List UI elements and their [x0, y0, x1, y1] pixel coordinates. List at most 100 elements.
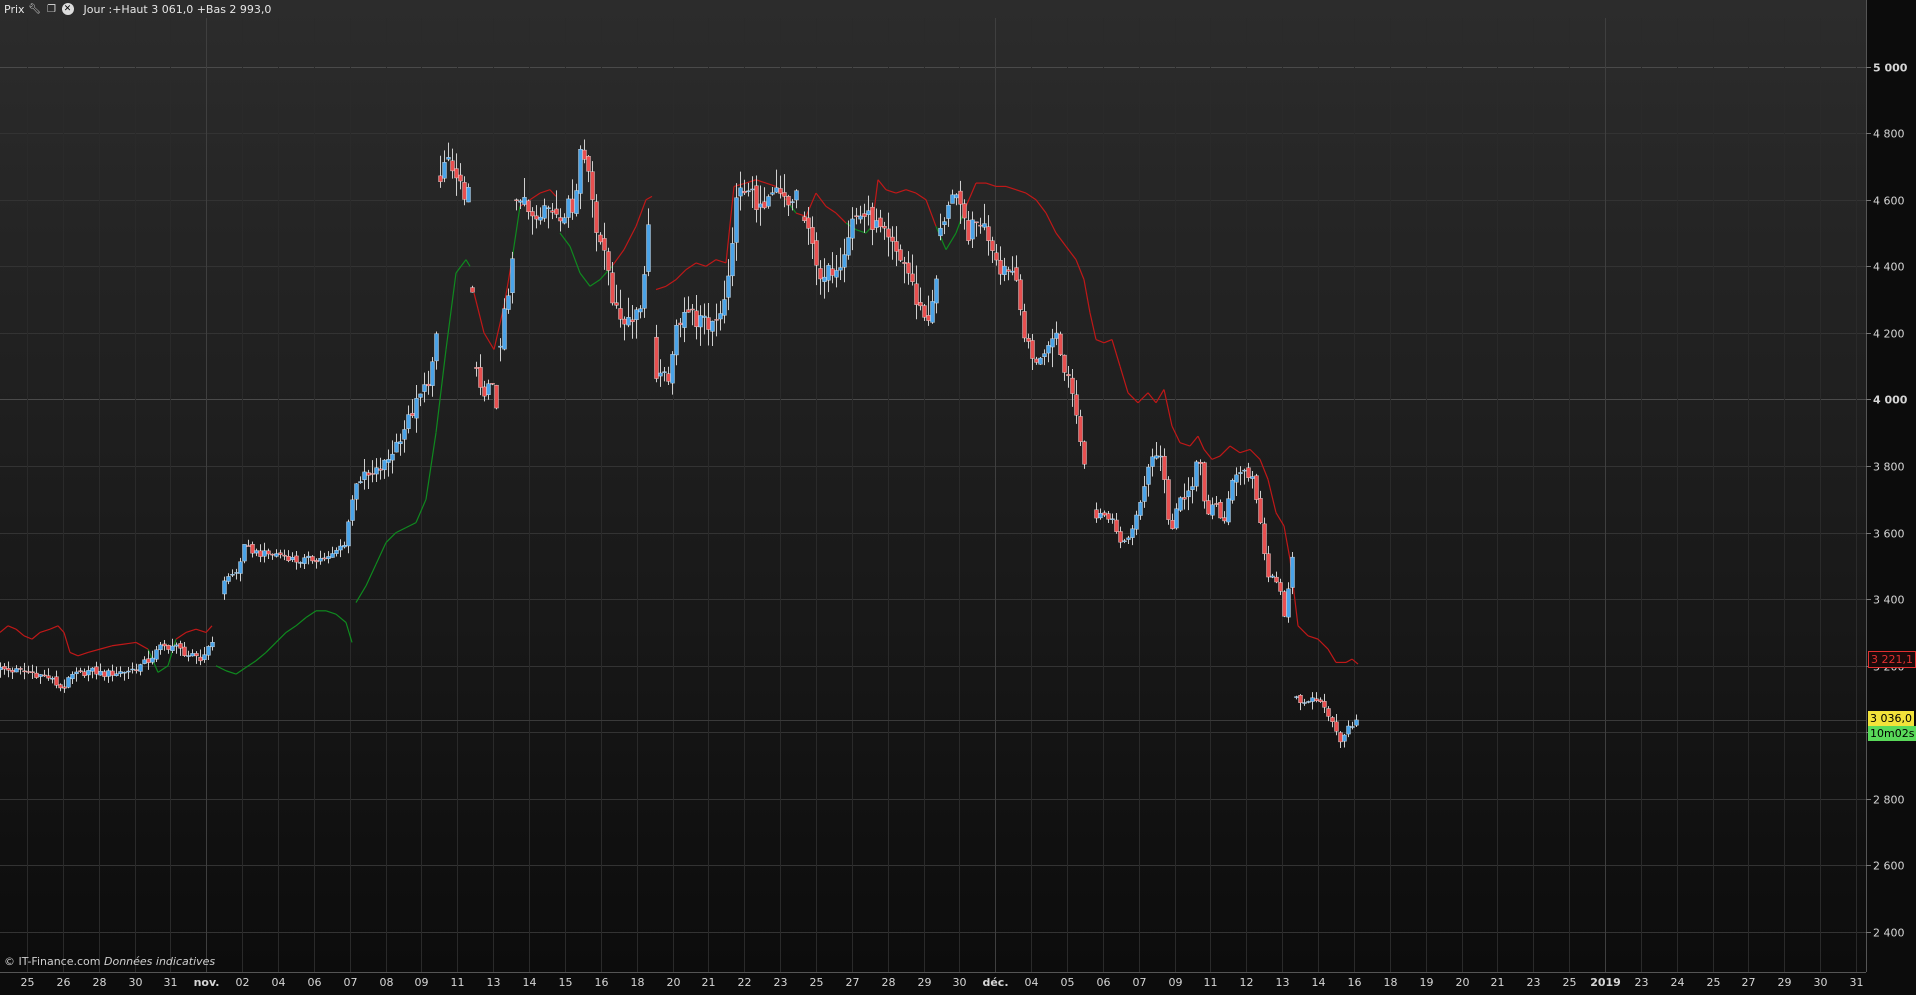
x-tick-label: 07: [1133, 976, 1147, 989]
candle-body: [534, 215, 539, 220]
sar-segment: [295, 617, 307, 627]
wrench-icon[interactable]: 🔧︎: [28, 2, 42, 16]
candle-body: [794, 190, 799, 201]
x-tick-label: 18: [1384, 976, 1398, 989]
candle-body: [230, 574, 235, 576]
candle-body: [270, 553, 275, 556]
candle-body: [646, 224, 651, 272]
x-tick-label: 19: [1420, 976, 1434, 989]
candle-body: [1350, 726, 1355, 728]
sar-segment: [1239, 448, 1251, 454]
candle-body: [718, 313, 723, 320]
candle-body: [1250, 476, 1255, 479]
candle-body: [82, 671, 87, 676]
candle-body: [522, 197, 527, 205]
candle-body: [998, 260, 1003, 275]
candle-body: [810, 227, 815, 244]
candle-body: [334, 550, 339, 554]
candle-body: [18, 668, 23, 670]
candle-body: [662, 371, 667, 373]
candle-body: [974, 221, 979, 224]
candle-body: [1334, 721, 1339, 732]
candle-body: [1046, 345, 1051, 354]
candle-body: [362, 471, 367, 480]
sar-segment: [325, 610, 337, 615]
sar-segment: [1211, 455, 1221, 460]
y-tick-label: 2 600: [1873, 860, 1905, 873]
candle-body: [1218, 502, 1223, 519]
candle-body: [486, 383, 491, 395]
candle-body: [186, 655, 191, 657]
sar-segment: [945, 232, 957, 250]
x-tick-label: 16: [1348, 976, 1362, 989]
x-tick-label: 09: [415, 976, 429, 989]
x-tick-label: 05: [1061, 976, 1075, 989]
sar-segment: [1111, 339, 1121, 367]
sar-segment: [31, 632, 41, 640]
candle-body: [62, 686, 67, 689]
sar-segment: [265, 642, 277, 653]
candle-body: [374, 467, 379, 475]
candle-body: [550, 210, 555, 213]
candle-body: [826, 265, 831, 281]
sar-segment: [835, 212, 847, 224]
candle-body: [158, 644, 163, 651]
x-tick-label: 21: [702, 976, 716, 989]
price-chart[interactable]: 2 4002 6002 8003 0003 2003 4003 6003 800…: [0, 0, 1916, 995]
countdown-tag: 10m02s: [1868, 726, 1916, 741]
candle-body: [310, 556, 315, 562]
candle-body: [26, 671, 31, 673]
candle-body: [34, 672, 39, 678]
candle-body: [1114, 519, 1119, 532]
candle-body: [986, 226, 991, 241]
candle-body: [194, 653, 199, 657]
candle-body: [1050, 338, 1055, 348]
candle-body: [622, 318, 627, 325]
x-tick-label: 2019: [1590, 976, 1621, 989]
candle-body: [570, 198, 575, 213]
sar-segment: [815, 192, 827, 207]
sar-segment: [7, 625, 17, 630]
x-tick-label: 25: [1563, 976, 1577, 989]
candle-body: [950, 194, 955, 204]
sar-segment: [611, 249, 625, 267]
candle-body: [502, 308, 507, 350]
window-icon[interactable]: ❐: [45, 2, 59, 16]
candle-body: [858, 215, 863, 220]
x-tick-label: 27: [1742, 976, 1756, 989]
candle-body: [894, 241, 899, 252]
x-tick-label: 30: [953, 976, 967, 989]
candle-body: [222, 580, 227, 595]
candle-body: [418, 393, 423, 398]
candle-body: [738, 187, 743, 197]
candle-body: [138, 664, 143, 672]
candle-body: [490, 383, 495, 385]
sar-segment: [345, 622, 353, 643]
candle-body: [498, 345, 503, 348]
candle-body: [854, 215, 859, 217]
candle-body: [506, 295, 511, 310]
sar-segment: [695, 262, 707, 267]
candle-body: [734, 197, 739, 243]
candle-body: [266, 550, 271, 555]
sar-segment: [335, 613, 347, 623]
candle-body: [494, 384, 499, 409]
x-tick-label: 22: [738, 976, 752, 989]
copyright-text: © IT-Finance.com: [4, 955, 101, 968]
sar-value-tag: 3 221,1: [1868, 651, 1916, 668]
candle-body: [250, 544, 255, 554]
candle-body: [1102, 512, 1107, 516]
x-tick-label: 28: [882, 976, 896, 989]
x-tick-label: 08: [380, 976, 394, 989]
sar-segment: [1345, 658, 1353, 663]
sar-segment: [529, 192, 541, 201]
candle-body: [674, 325, 679, 356]
candle-body: [654, 336, 659, 379]
candle-body: [966, 220, 971, 241]
close-icon[interactable]: ✕: [61, 3, 74, 15]
sar-segment: [1179, 442, 1191, 447]
candle-body: [746, 190, 751, 193]
sar-segment: [1189, 435, 1199, 447]
sar-segment: [765, 182, 777, 187]
x-tick-label: 23: [1527, 976, 1541, 989]
